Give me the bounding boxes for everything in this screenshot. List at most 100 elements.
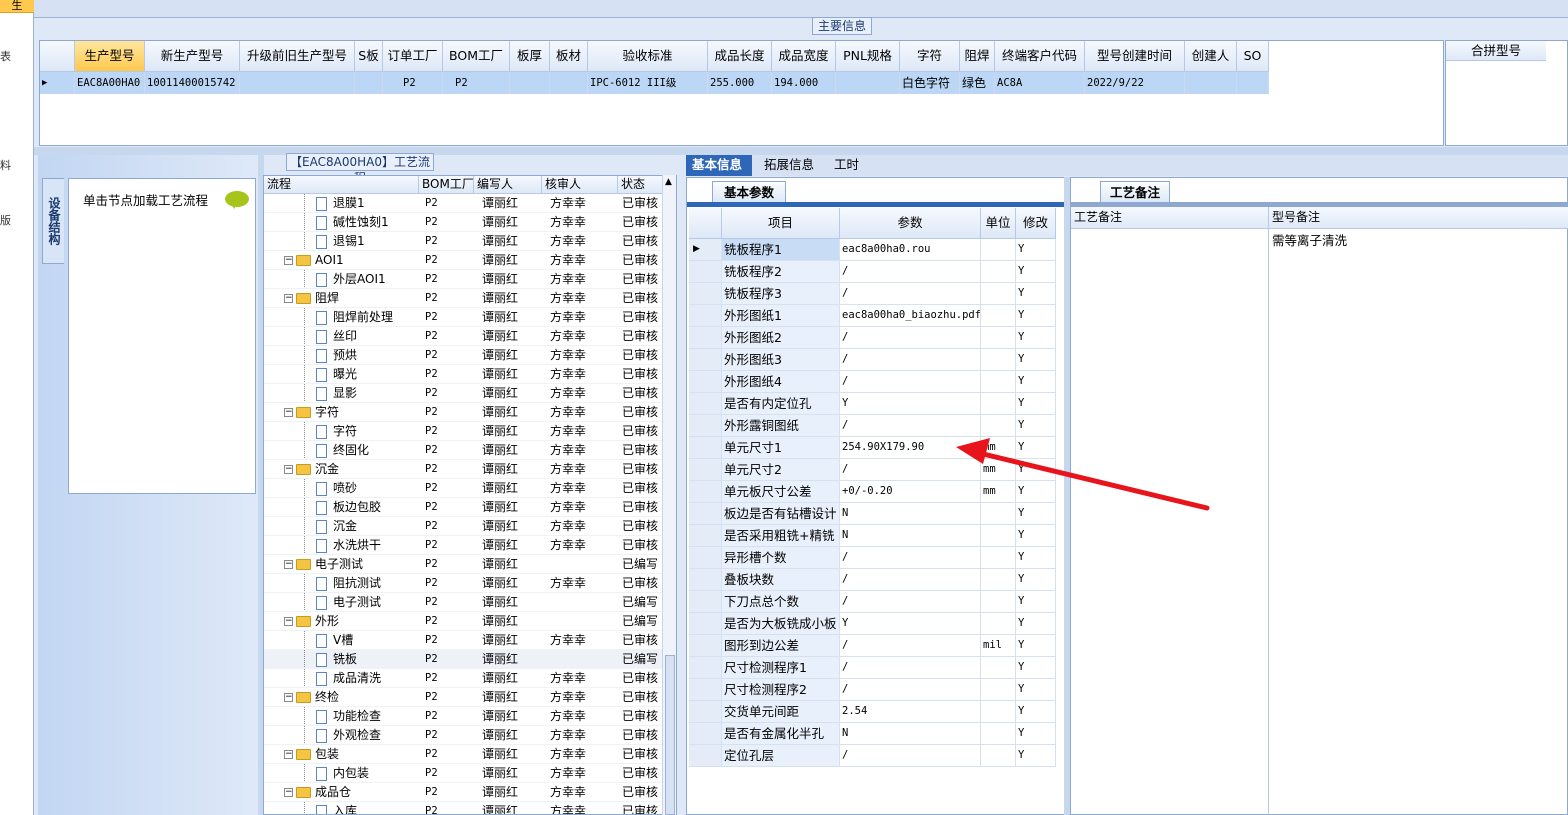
status-cell[interactable]: 已编写 [618, 650, 664, 668]
tree-node[interactable]: 外层AOI1 [264, 270, 419, 288]
bom-factory-cell[interactable]: P2 [419, 365, 474, 383]
param-unit[interactable] [981, 525, 1016, 547]
tree-node[interactable]: − 终检 [264, 688, 419, 706]
table-cell[interactable] [836, 72, 900, 94]
writer-cell[interactable]: 谭丽红 [474, 574, 542, 592]
tree-node[interactable]: 阻焊前处理 [264, 308, 419, 326]
tab-basic-info[interactable]: 基本信息 [686, 155, 752, 176]
tab-process-notes[interactable]: 工艺备注 [1100, 181, 1170, 203]
param-value[interactable]: N [840, 525, 981, 547]
table-cell[interactable]: P2 [383, 72, 443, 94]
writer-cell[interactable]: 谭丽红 [474, 422, 542, 440]
param-value[interactable]: / [840, 371, 981, 393]
reviewer-cell[interactable]: 方幸幸 [542, 783, 618, 801]
writer-cell[interactable]: 谭丽红 [474, 498, 542, 516]
col-header[interactable]: 型号创建时间 [1085, 41, 1185, 72]
table-cell[interactable]: 255.000 [708, 72, 772, 94]
reviewer-cell[interactable]: 方幸幸 [542, 346, 618, 364]
col-header[interactable]: 阻焊 [960, 41, 995, 72]
tree-node[interactable]: 板边包胶 [264, 498, 419, 516]
tree-node[interactable]: − 沉金 [264, 460, 419, 478]
tree-row[interactable]: − 字符 P2 谭丽红 方幸幸 已审核 [264, 403, 664, 422]
tree-node[interactable]: 电子测试 [264, 593, 419, 611]
param-unit[interactable] [981, 723, 1016, 745]
param-name[interactable]: 尺寸检测程序1 [722, 657, 840, 679]
col-header[interactable]: 成品宽度 [772, 41, 836, 72]
bom-factory-cell[interactable]: P2 [419, 403, 474, 421]
writer-cell[interactable]: 谭丽红 [474, 669, 542, 687]
param-modify[interactable]: Y [1016, 723, 1056, 745]
col-header[interactable]: 创建人 [1185, 41, 1237, 72]
param-name[interactable]: 是否有内定位孔 [722, 393, 840, 415]
row-indicator[interactable] [689, 679, 722, 701]
writer-cell[interactable]: 谭丽红 [474, 479, 542, 497]
param-unit[interactable] [981, 393, 1016, 415]
writer-cell[interactable]: 谭丽红 [474, 308, 542, 326]
bom-factory-cell[interactable]: P2 [419, 593, 474, 611]
left-nav-fragment[interactable]: 版 [0, 212, 11, 228]
status-cell[interactable]: 已审核 [618, 764, 664, 782]
table-cell[interactable] [1185, 72, 1237, 94]
writer-cell[interactable]: 谭丽红 [474, 460, 542, 478]
status-cell[interactable]: 已审核 [618, 403, 664, 421]
param-value[interactable]: / [840, 327, 981, 349]
col-header[interactable]: 流程 [264, 176, 419, 194]
param-name[interactable]: 外形图纸2 [722, 327, 840, 349]
status-cell[interactable]: 已审核 [618, 631, 664, 649]
param-unit[interactable] [981, 349, 1016, 371]
col-header[interactable]: S板 [355, 41, 383, 72]
reviewer-cell[interactable]: 方幸幸 [542, 384, 618, 402]
reviewer-cell[interactable]: 方幸幸 [542, 574, 618, 592]
param-row[interactable]: 尺寸检测程序1/ Y [689, 657, 1056, 679]
writer-cell[interactable]: 谭丽红 [474, 232, 542, 250]
col-header[interactable]: BOM工厂 [419, 176, 474, 194]
tree-node[interactable]: 字符 [264, 422, 419, 440]
param-row[interactable]: 外形图纸4/ Y [689, 371, 1056, 393]
col-header[interactable]: 修改 [1016, 208, 1056, 239]
bom-factory-cell[interactable]: P2 [419, 650, 474, 668]
table-cell[interactable]: 10011400015742 [145, 72, 240, 94]
param-row[interactable]: 外形图纸3/ Y [689, 349, 1056, 371]
param-row[interactable]: 板边是否有钻槽设计 N Y [689, 503, 1056, 525]
param-unit[interactable]: mm [981, 437, 1016, 459]
reviewer-cell[interactable]: 方幸幸 [542, 289, 618, 307]
param-name[interactable]: 单元尺寸2 [722, 459, 840, 481]
reviewer-cell[interactable]: 方幸幸 [542, 194, 618, 212]
param-modify[interactable]: Y [1016, 459, 1056, 481]
reviewer-cell[interactable]: 方幸幸 [542, 498, 618, 516]
status-cell[interactable]: 已审核 [618, 270, 664, 288]
tree-node[interactable]: 显影 [264, 384, 419, 402]
param-name[interactable]: 板边是否有钻槽设计 [722, 503, 840, 525]
status-cell[interactable]: 已审核 [618, 536, 664, 554]
status-cell[interactable]: 已审核 [618, 213, 664, 231]
param-unit[interactable] [981, 415, 1016, 437]
row-indicator[interactable] [689, 415, 722, 437]
status-cell[interactable]: 已审核 [618, 194, 664, 212]
tree-node[interactable]: 喷砂 [264, 479, 419, 497]
tree-node[interactable]: 入库 [264, 802, 419, 814]
table-cell[interactable]: 绿色 [960, 72, 995, 94]
param-row[interactable]: 单元板尺寸公差 +0/-0.20 mm Y [689, 481, 1056, 503]
tree-node[interactable]: 水洗烘干 [264, 536, 419, 554]
writer-cell[interactable]: 谭丽红 [474, 517, 542, 535]
bom-factory-cell[interactable]: P2 [419, 251, 474, 269]
reviewer-cell[interactable]: 方幸幸 [542, 213, 618, 231]
row-indicator[interactable] [689, 459, 722, 481]
param-modify[interactable]: Y [1016, 635, 1056, 657]
col-header[interactable]: 板材 [550, 41, 588, 72]
param-modify[interactable]: Y [1016, 415, 1056, 437]
row-indicator[interactable] [689, 327, 722, 349]
bom-factory-cell[interactable]: P2 [419, 460, 474, 478]
table-cell[interactable]: EAC8A00HA0 [75, 72, 145, 94]
reviewer-cell[interactable]: 方幸幸 [542, 251, 618, 269]
reviewer-cell[interactable] [542, 650, 618, 668]
param-value[interactable]: / [840, 261, 981, 283]
left-nav-selected[interactable]: 生 [0, 0, 34, 13]
col-header[interactable]: 项目 [722, 208, 840, 239]
tree-row[interactable]: 铣板 P2 谭丽红 已编写 [264, 650, 664, 669]
table-row[interactable]: ▶ EAC8A00HA0 10011400015742 P2 P2 IPC-60… [40, 72, 1269, 94]
table-cell[interactable]: IPC-6012 III级 [588, 72, 708, 94]
param-name[interactable]: 叠板块数 [722, 569, 840, 591]
param-value[interactable]: / [840, 459, 981, 481]
param-row[interactable]: ▶ 铣板程序1 eac8a00ha0.rou Y [689, 239, 1056, 261]
